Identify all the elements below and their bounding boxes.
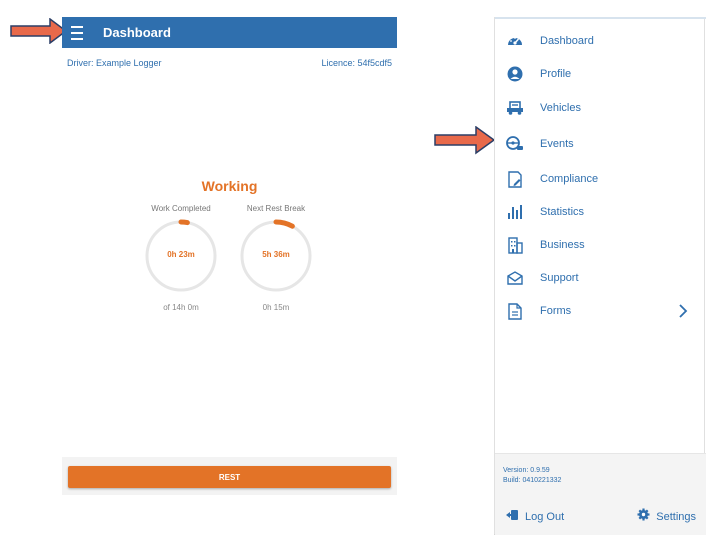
drawer-item-support[interactable]: Support bbox=[495, 265, 706, 291]
work-completed-gauge: Work Completed 0h 23m of 14h 0m bbox=[144, 204, 218, 312]
envelope-icon bbox=[506, 269, 524, 287]
truck-icon bbox=[506, 99, 524, 117]
drawer-item-label: Profile bbox=[540, 68, 572, 80]
gear-icon bbox=[637, 508, 650, 526]
version-info: Version: 0.9.59 Build: 0410221332 bbox=[503, 466, 561, 486]
licence-number: Licence: 54f5cdf5 bbox=[321, 58, 392, 68]
drawer-item-label: Business bbox=[540, 239, 585, 251]
drawer-item-events[interactable]: Events bbox=[495, 131, 706, 157]
logout-icon bbox=[506, 508, 519, 526]
gauge-label: Work Completed bbox=[151, 204, 211, 213]
rest-button[interactable]: REST bbox=[68, 466, 391, 488]
file-icon bbox=[506, 302, 524, 320]
version-text: Version: 0.9.59 bbox=[503, 467, 550, 474]
drawer-item-label: Support bbox=[540, 272, 579, 284]
chevron-right-icon bbox=[678, 303, 688, 324]
drawer-item-label: Statistics bbox=[540, 206, 585, 218]
app-bar-title: Dashboard bbox=[103, 25, 171, 40]
progress-ring: 5h 36m bbox=[239, 219, 313, 293]
building-icon bbox=[506, 236, 524, 254]
callout-arrow-menu bbox=[10, 18, 68, 44]
drawer-footer: Version: 0.9.59 Build: 0410221332 Log Ou… bbox=[495, 453, 706, 535]
drawer-item-label: Compliance bbox=[540, 173, 599, 185]
driver-name: Driver: Example Logger bbox=[67, 58, 162, 68]
drawer-item-business[interactable]: Business bbox=[495, 232, 706, 258]
work-status-title: Working bbox=[201, 178, 258, 194]
hamburger-menu-icon[interactable] bbox=[62, 17, 92, 48]
drawer-item-vehicles[interactable]: Vehicles bbox=[495, 95, 706, 121]
bar-chart-icon bbox=[506, 203, 524, 221]
driver-info-row: Driver: Example Logger Licence: 54f5cdf5 bbox=[67, 58, 392, 68]
document-edit-icon bbox=[506, 170, 524, 188]
settings-button[interactable]: Settings bbox=[637, 508, 696, 526]
gauge-subtext: 0h 15m bbox=[262, 303, 290, 312]
drawer-item-label: Dashboard bbox=[540, 35, 594, 47]
steering-wheel-icon bbox=[506, 135, 524, 153]
drawer-item-dashboard[interactable]: Dashboard bbox=[495, 28, 706, 54]
drawer-item-compliance[interactable]: Compliance bbox=[495, 166, 706, 192]
drawer-item-profile[interactable]: Profile bbox=[495, 61, 706, 87]
drawer-item-label: Forms bbox=[540, 305, 572, 317]
gauge-subtext: of 14h 0m bbox=[163, 303, 199, 312]
gauge-value: 0h 23m bbox=[167, 250, 195, 259]
drawer-top-border bbox=[495, 17, 706, 19]
settings-label: Settings bbox=[656, 511, 696, 523]
user-circle-icon bbox=[506, 65, 524, 83]
rest-button-bar: REST bbox=[62, 457, 397, 495]
speedometer-icon bbox=[506, 32, 524, 50]
dashboard-screen: Dashboard Driver: Example Logger Licence… bbox=[62, 17, 397, 497]
navigation-drawer: Dashboard Profile Vehicles Events Compli… bbox=[494, 17, 706, 535]
gauge-label: Next Rest Break bbox=[246, 204, 306, 213]
drawer-item-label: Events bbox=[540, 138, 574, 150]
callout-arrow-events bbox=[434, 126, 496, 155]
next-rest-break-gauge: Next Rest Break 5h 36m 0h 15m bbox=[239, 204, 313, 312]
logout-label: Log Out bbox=[525, 511, 565, 523]
drawer-item-statistics[interactable]: Statistics bbox=[495, 199, 706, 225]
progress-ring: 0h 23m bbox=[144, 219, 218, 293]
drawer-item-label: Vehicles bbox=[540, 102, 581, 114]
build-text: Build: 0410221332 bbox=[503, 477, 562, 484]
drawer-item-forms[interactable]: Forms bbox=[495, 298, 706, 324]
app-bar: Dashboard bbox=[62, 17, 397, 48]
logout-button[interactable]: Log Out bbox=[506, 508, 564, 526]
gauge-value: 5h 36m bbox=[262, 250, 290, 259]
